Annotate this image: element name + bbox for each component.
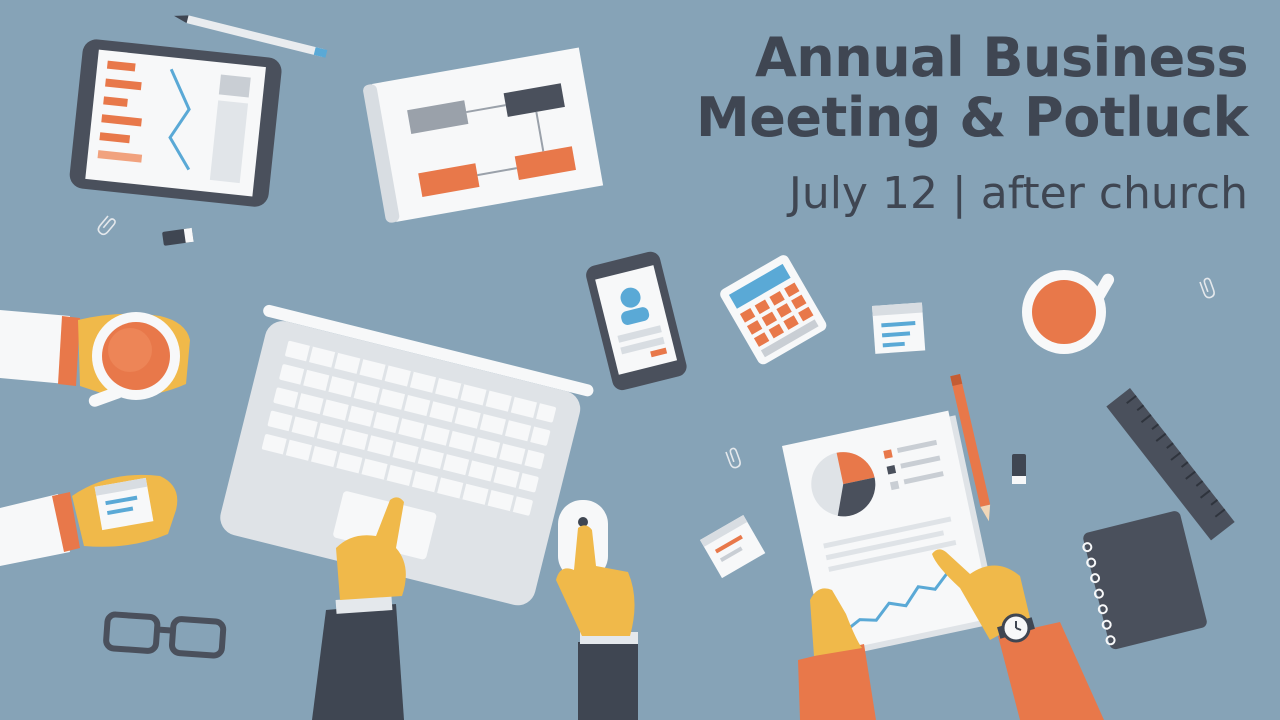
paperclip-icon (724, 446, 743, 470)
eyeglasses-icon (103, 611, 227, 659)
sticky-note-icon (872, 302, 926, 354)
flowchart-document-icon (363, 47, 604, 223)
paperclip-icon (1198, 276, 1217, 300)
event-title-line2: Meeting & Potluck (696, 86, 1248, 149)
notebook-icon (1082, 511, 1207, 650)
event-subtitle: July 12 | after church (788, 168, 1248, 219)
sticky-note-icon (700, 515, 766, 579)
coffee-cup-icon (1022, 270, 1115, 354)
tablet-icon (69, 39, 282, 207)
calculator-icon (720, 255, 827, 365)
eraser-icon (162, 227, 194, 246)
eraser-icon (1012, 454, 1026, 484)
left-hand-note (0, 474, 178, 566)
smartphone-icon (586, 251, 687, 391)
event-headline: Annual Business Meeting & Potluck July 1… (696, 28, 1248, 220)
event-title-line1: Annual Business (755, 26, 1248, 89)
paperclip-icon (95, 214, 118, 238)
